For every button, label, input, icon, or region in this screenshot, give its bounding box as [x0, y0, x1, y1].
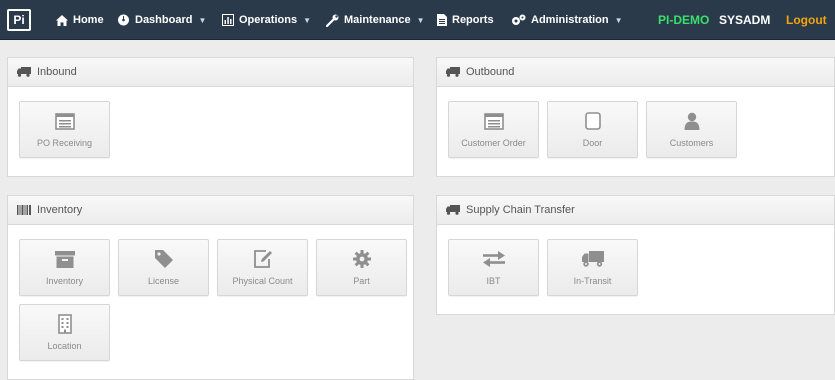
- inbound-panel-title: Inbound: [37, 66, 77, 78]
- tile-license[interactable]: License: [118, 239, 209, 296]
- tile-label: Customer Order: [461, 138, 526, 148]
- tag-icon: [119, 249, 208, 269]
- supply-chain-panel-title: Supply Chain Transfer: [466, 204, 575, 216]
- outbound-panel-title: Outbound: [466, 66, 515, 78]
- dashboard-gauge-icon: [117, 14, 130, 26]
- tile-ibt[interactable]: IBT: [448, 239, 539, 296]
- tile-label: In-Transit: [573, 276, 612, 286]
- bar-chart-icon: [222, 14, 234, 26]
- building-icon: [20, 314, 109, 334]
- user-icon: [647, 111, 736, 131]
- truck-icon: [17, 67, 31, 77]
- app-logo[interactable]: Pi: [7, 9, 31, 31]
- nav-maintenance-label: Maintenance: [344, 14, 411, 26]
- archive-icon: [20, 249, 109, 269]
- chevron-down-icon: ▼: [416, 15, 425, 25]
- inventory-panel: Inventory Inventory License Physical Cou…: [7, 195, 414, 380]
- supply-chain-transfer-panel: Supply Chain Transfer IBT In-Transit: [436, 195, 835, 315]
- gears-icon: [511, 14, 526, 26]
- nav-operations-label: Operations: [239, 14, 298, 26]
- supply-chain-panel-header: Supply Chain Transfer: [437, 196, 834, 225]
- door-icon: [548, 111, 637, 131]
- home-icon: [56, 14, 68, 26]
- inventory-panel-header: Inventory: [8, 196, 413, 225]
- current-user[interactable]: SYSADM: [719, 0, 770, 40]
- edit-icon: [218, 249, 307, 269]
- tile-po-receiving[interactable]: PO Receiving: [19, 101, 110, 158]
- tile-label: PO Receiving: [36, 138, 93, 148]
- truck-icon: [446, 205, 460, 215]
- nav-maintenance[interactable]: Maintenance ▼: [326, 0, 425, 40]
- tile-customer-order[interactable]: Customer Order: [448, 101, 539, 158]
- tile-location[interactable]: Location: [19, 304, 110, 361]
- nav-home-label: Home: [73, 14, 104, 26]
- tile-label: Physical Count: [232, 276, 293, 286]
- list-box-icon: [20, 111, 109, 131]
- tile-customers[interactable]: Customers: [646, 101, 737, 158]
- chevron-down-icon: ▼: [198, 15, 207, 25]
- nav-operations[interactable]: Operations ▼: [222, 0, 311, 40]
- tile-label: License: [147, 276, 180, 286]
- tile-inventory[interactable]: Inventory: [19, 239, 110, 296]
- chevron-down-icon: ▼: [614, 15, 623, 25]
- transfer-arrows-icon: [449, 249, 538, 269]
- list-box-icon: [449, 111, 538, 131]
- outbound-panel: Outbound Customer Order Door Customers: [436, 57, 835, 177]
- tile-part[interactable]: Part: [316, 239, 407, 296]
- wrench-icon: [326, 14, 339, 27]
- chevron-down-icon: ▼: [303, 15, 311, 25]
- nav-dashboard-label: Dashboard: [135, 14, 193, 26]
- barcode-icon: [17, 205, 31, 215]
- nav-home[interactable]: Home: [56, 0, 104, 40]
- truck-icon: [548, 249, 637, 269]
- tile-label: Door: [582, 138, 603, 148]
- nav-administration-label: Administration: [531, 14, 609, 26]
- tile-label: Inventory: [45, 276, 84, 286]
- inventory-panel-title: Inventory: [37, 204, 83, 216]
- nav-administration[interactable]: Administration ▼: [511, 0, 623, 40]
- truck-icon: [446, 67, 460, 77]
- tile-label: Part: [353, 276, 370, 286]
- document-icon: [437, 14, 447, 26]
- tile-label: Customers: [669, 138, 714, 148]
- logout-link[interactable]: Logout: [786, 0, 827, 40]
- nav-reports[interactable]: Reports: [437, 0, 494, 40]
- environment-label: PI-DEMO: [658, 13, 710, 27]
- tile-door[interactable]: Door: [547, 101, 638, 158]
- gear-icon: [317, 249, 406, 269]
- top-navbar: Pi Home Dashboard ▼ Operations ▼ Mainten…: [0, 0, 835, 40]
- tile-label: Location: [47, 341, 82, 351]
- nav-dashboard[interactable]: Dashboard ▼: [117, 0, 206, 40]
- tile-label: IBT: [486, 276, 501, 286]
- outbound-panel-header: Outbound: [437, 58, 834, 87]
- tile-in-transit[interactable]: In-Transit: [547, 239, 638, 296]
- inbound-panel: Inbound PO Receiving: [7, 57, 414, 177]
- nav-reports-label: Reports: [452, 14, 494, 26]
- tile-physical-count[interactable]: Physical Count: [217, 239, 308, 296]
- inbound-panel-header: Inbound: [8, 58, 413, 87]
